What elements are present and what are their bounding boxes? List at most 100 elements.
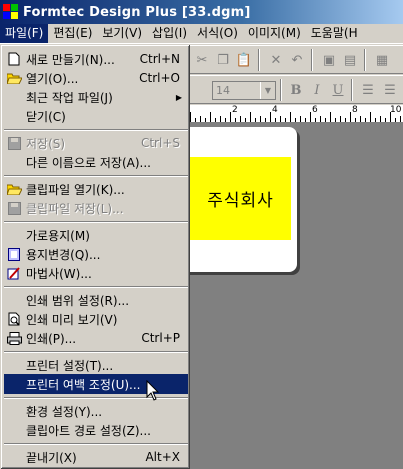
underline-icon[interactable]: U: [328, 80, 348, 100]
menu-help[interactable]: 도움말(H: [306, 24, 363, 43]
menu-item-label: 열기(O)...: [26, 71, 79, 86]
menu-item-printer-setup[interactable]: 프린터 설정(T)...: [4, 355, 188, 375]
horizontal-ruler: 2 4 6 8 10: [190, 105, 403, 123]
menu-item-clipart-path[interactable]: 클립아트 경로 설정(Z)...: [4, 420, 188, 440]
copy-icon[interactable]: ❐: [213, 50, 233, 70]
menu-item-printer-margins[interactable]: 프린터 여백 조정(U)...: [4, 374, 188, 394]
menu-item-print[interactable]: 인쇄(P)... Ctrl+P: [4, 328, 188, 348]
menu-item-label: 인쇄(P)...: [26, 331, 77, 346]
menu-item-open[interactable]: 열기(O)... Ctrl+O: [4, 68, 188, 88]
menu-separator: [4, 175, 188, 177]
menu-item-close[interactable]: 닫기(C): [4, 106, 188, 126]
menu-item-exit[interactable]: 끝내기(X) Alt+X: [4, 447, 188, 467]
open-folder-icon: [6, 181, 22, 197]
shortcut-label: Ctrl+P: [141, 331, 180, 345]
menu-item-label: 용지변경(Q)...: [26, 247, 101, 262]
app-logo-icon: [3, 4, 19, 20]
new-document-icon: [6, 51, 22, 67]
menu-format[interactable]: 서식(O): [192, 24, 243, 43]
ruler-label: 2: [232, 105, 238, 115]
menu-item-preferences[interactable]: 환경 설정(Y)...: [4, 401, 188, 421]
delete-icon[interactable]: ✕: [266, 50, 286, 70]
bold-icon[interactable]: B: [286, 80, 306, 100]
printer-icon: [6, 330, 22, 346]
print-preview-icon: [6, 311, 22, 327]
menu-item-save[interactable]: 저장(S) Ctrl+S: [4, 133, 188, 153]
ruler-label: 8: [352, 105, 358, 115]
undo-icon[interactable]: ↶: [287, 50, 307, 70]
chevron-down-icon[interactable]: ▼: [260, 82, 275, 99]
mouse-cursor-icon: [146, 380, 160, 401]
menu-file[interactable]: 파일(F): [0, 24, 49, 43]
font-size-value: 14: [216, 84, 230, 97]
menu-view[interactable]: 보기(V): [97, 24, 147, 43]
align-left-icon[interactable]: ☰: [358, 80, 378, 100]
menu-separator: [4, 286, 188, 288]
ungroup-icon[interactable]: ▤: [340, 50, 360, 70]
menu-bar: 파일(F) 편집(E) 보기(V) 삽입(I) 서식(O) 이미지(M) 도움말…: [0, 24, 403, 44]
menu-item-label: 닫기(C): [26, 109, 66, 124]
menu-edit[interactable]: 편집(E): [48, 24, 97, 43]
menu-separator: [4, 221, 188, 223]
window-title: Formtec Design Plus [33.dgm]: [23, 4, 251, 20]
save-disk-icon: [6, 135, 22, 151]
ruler-label: 6: [312, 105, 318, 115]
menu-item-label: 프린터 설정(T)...: [26, 358, 114, 373]
italic-icon[interactable]: I: [307, 80, 327, 100]
menu-item-label: 인쇄 범위 설정(R)...: [26, 293, 130, 308]
menu-item-label: 저장(S): [26, 136, 66, 151]
shortcut-label: Ctrl+S: [140, 136, 180, 150]
title-bar: Formtec Design Plus [33.dgm]: [0, 0, 403, 24]
paste-icon[interactable]: 📋: [234, 50, 254, 70]
shortcut-label: Ctrl+N: [139, 52, 180, 66]
shortcut-label: Alt+X: [145, 450, 180, 464]
menu-item-save-as[interactable]: 다른 이름으로 저장(A)...: [4, 152, 188, 172]
shortcut-label: Ctrl+O: [139, 71, 180, 85]
text-box-content: 주식회사: [207, 191, 274, 211]
menu-item-label: 최근 작업 파일(J): [26, 90, 113, 105]
menu-item-label: 다른 이름으로 저장(A)...: [26, 155, 151, 170]
menu-image[interactable]: 이미지(M): [243, 24, 306, 43]
font-size-select[interactable]: 14 ▼: [212, 81, 276, 100]
menu-item-open-clip[interactable]: 클립파일 열기(K)...: [4, 179, 188, 199]
menu-item-change-paper[interactable]: 용지변경(Q)...: [4, 244, 188, 264]
toolbar-separator: [364, 49, 366, 71]
ruler-label: 4: [272, 105, 278, 115]
toolbar-separator: [258, 49, 260, 71]
menu-item-wizard[interactable]: 마법사(W)...: [4, 263, 188, 283]
menu-item-label: 환경 설정(Y)...: [26, 404, 103, 419]
wizard-icon: [6, 265, 22, 281]
menu-item-label: 새로 만들기(N)...: [26, 52, 115, 67]
menu-separator: [4, 397, 188, 399]
menu-item-new[interactable]: 새로 만들기(N)... Ctrl+N: [4, 49, 188, 69]
menu-item-label: 가로용지(M): [26, 228, 90, 243]
ruler-label: 10: [390, 105, 402, 115]
menu-item-print-preview[interactable]: 인쇄 미리 보기(V): [4, 309, 188, 329]
menu-item-label: 인쇄 미리 보기(V): [26, 312, 118, 327]
menu-item-save-clip[interactable]: 클립파일 저장(L)...: [4, 198, 188, 218]
menu-item-label: 클립아트 경로 설정(Z)...: [26, 423, 151, 438]
align-icon[interactable]: ▦: [372, 50, 392, 70]
menu-item-label: 마법사(W)...: [26, 266, 92, 281]
toolbar-separator: [351, 79, 353, 101]
menu-separator: [4, 129, 188, 131]
toolbar-separator: [280, 79, 282, 101]
toolbar-separator: [311, 49, 313, 71]
submenu-arrow-icon: ▶: [175, 92, 182, 102]
save-disk-icon: [6, 200, 22, 216]
menu-item-recent-files[interactable]: 최근 작업 파일(J) ▶: [4, 87, 188, 107]
menu-insert[interactable]: 삽입(I): [147, 24, 192, 43]
open-folder-icon: [6, 70, 22, 86]
menu-item-label: 클립파일 열기(K)...: [26, 182, 125, 197]
menu-item-label: 클립파일 저장(L)...: [26, 201, 124, 216]
menu-item-landscape[interactable]: 가로용지(M): [4, 225, 188, 245]
paper-icon: [6, 246, 22, 262]
align-center-icon[interactable]: ☰: [380, 80, 400, 100]
file-menu: 새로 만들기(N)... Ctrl+N 열기(O)... Ctrl+O 최근 작…: [0, 44, 190, 469]
menu-item-print-range[interactable]: 인쇄 범위 설정(R)...: [4, 290, 188, 310]
group-icon[interactable]: ▣: [319, 50, 339, 70]
cut-icon[interactable]: ✂: [192, 50, 212, 70]
text-box[interactable]: 주식회사: [190, 157, 291, 240]
menu-item-label: 끝내기(X): [26, 450, 77, 465]
menu-separator: [4, 443, 188, 445]
